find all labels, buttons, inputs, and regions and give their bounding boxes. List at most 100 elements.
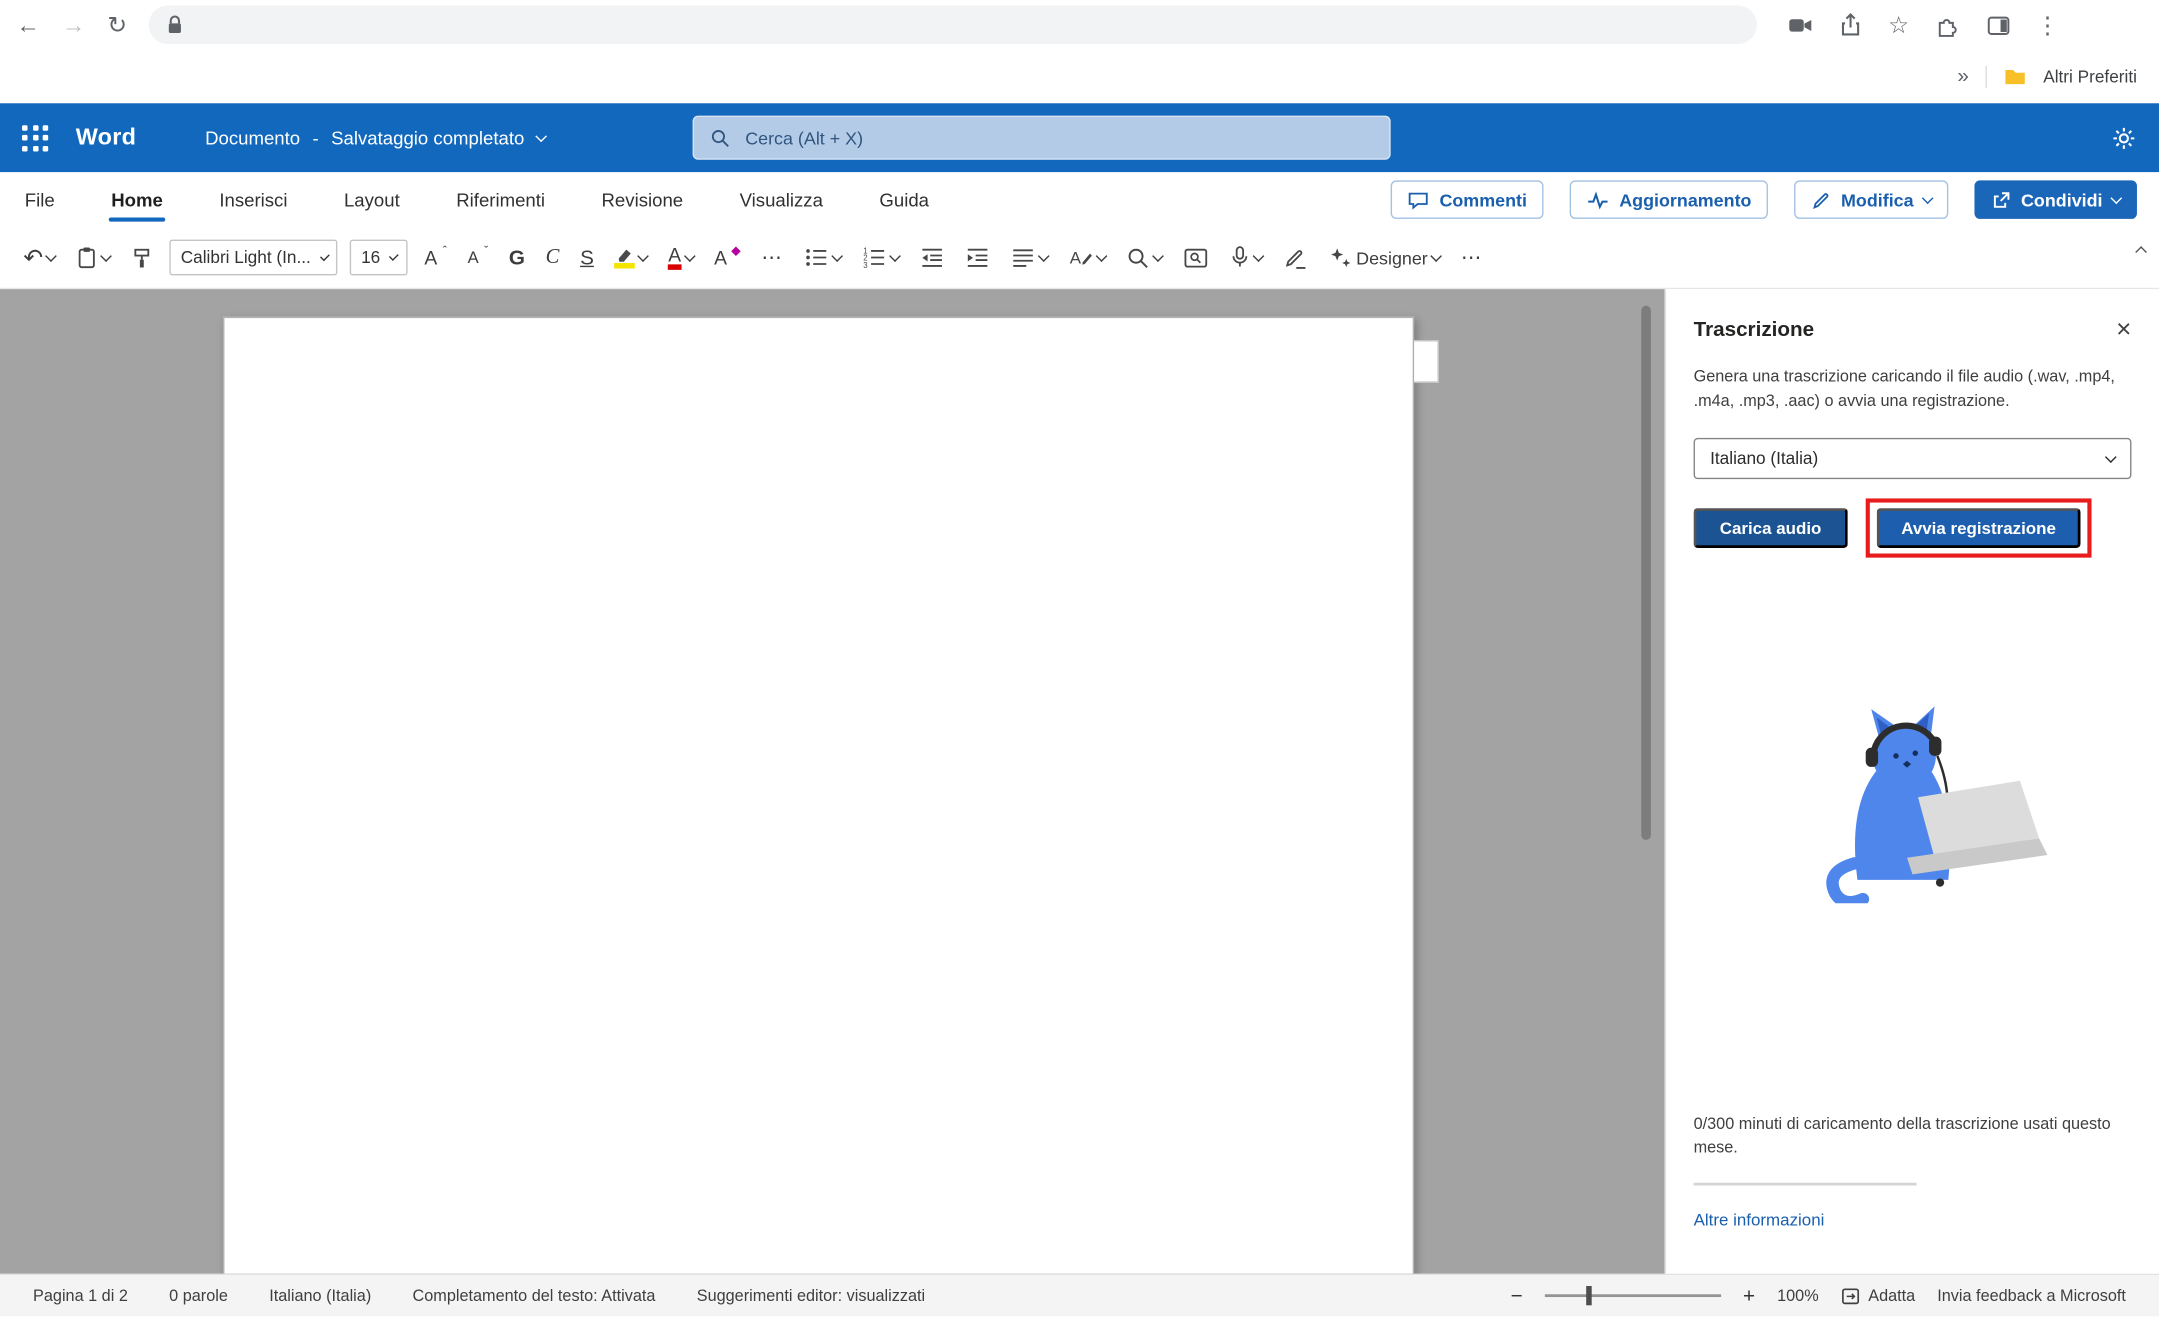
outdent-icon <box>920 245 945 270</box>
edit-pen-icon <box>1811 189 1832 210</box>
more-info-link[interactable]: Altre informazioni <box>1694 1210 1825 1229</box>
designer-button[interactable]: Designer <box>1324 242 1444 274</box>
bookmarks-folder-label[interactable]: Altri Preferiti <box>2043 67 2137 86</box>
document-info[interactable]: Documento - Salvataggio completato <box>205 127 545 148</box>
dictate-button[interactable] <box>1225 241 1266 274</box>
increase-indent-button[interactable] <box>961 241 994 274</box>
editing-mode-button[interactable]: Modifica <box>1794 180 1948 219</box>
address-bar[interactable] <box>149 6 1757 45</box>
find-button[interactable] <box>1122 242 1166 274</box>
collapsed-comment-stub[interactable] <box>1414 340 1439 383</box>
word-count[interactable]: 0 parole <box>169 1286 228 1305</box>
zoom-slider[interactable] <box>1545 1294 1721 1297</box>
clear-formatting-button[interactable]: A ◆ <box>710 244 745 272</box>
refresh-icon[interactable]: ↻ <box>107 13 127 36</box>
share-button[interactable]: Condividi <box>1974 180 2137 219</box>
page-indicator[interactable]: Pagina 1 di 2 <box>33 1286 128 1305</box>
comments-button[interactable]: Commenti <box>1391 180 1543 219</box>
chevron-down-icon <box>1430 250 1442 262</box>
format-painter-button[interactable] <box>127 242 157 274</box>
svg-text:A: A <box>1070 248 1082 267</box>
bullet-list-icon <box>804 245 829 270</box>
feedback-link[interactable]: Invia feedback a Microsoft <box>1937 1286 2126 1305</box>
immersive-reader-button[interactable] <box>1179 242 1213 274</box>
video-call-icon[interactable] <box>1788 12 1814 38</box>
chevron-down-icon <box>45 250 57 262</box>
tab-inserisci[interactable]: Inserisci <box>217 174 291 225</box>
bookmarks-overflow-chevron[interactable]: » <box>1957 65 1968 88</box>
tab-visualizza[interactable]: Visualizza <box>737 174 826 225</box>
save-status-chevron-icon[interactable] <box>535 130 547 142</box>
numbered-list-button[interactable]: 123 <box>858 241 903 274</box>
comment-icon <box>1408 189 1430 210</box>
zoom-level[interactable]: 100% <box>1777 1286 1819 1305</box>
zoom-out-button[interactable]: − <box>1511 1284 1523 1307</box>
zoom-in-button[interactable]: + <box>1743 1284 1755 1307</box>
underline-button[interactable]: S <box>576 242 598 274</box>
language-select[interactable]: Italiano (Italia) <box>1694 438 2132 479</box>
catch-up-button[interactable]: Aggiornamento <box>1570 180 1768 219</box>
font-name-select[interactable]: Calibri Light (In... <box>170 240 338 276</box>
search-box[interactable] <box>693 116 1391 160</box>
undo-icon: ↶ <box>23 246 43 269</box>
highlight-button[interactable] <box>610 242 651 272</box>
close-icon[interactable]: × <box>2116 317 2131 343</box>
tab-file[interactable]: File <box>22 174 57 225</box>
bullet-list-button[interactable] <box>800 241 845 274</box>
language-indicator[interactable]: Italiano (Italia) <box>269 1286 371 1305</box>
app-name[interactable]: Word <box>76 124 136 152</box>
start-recording-button[interactable]: Avvia registrazione <box>1876 509 2080 549</box>
extensions-icon[interactable] <box>1934 12 1960 38</box>
save-status[interactable]: Salvataggio completato <box>331 127 524 148</box>
upload-audio-button[interactable]: Carica audio <box>1694 509 1848 549</box>
font-overflow-button[interactable]: ⋯ <box>757 241 787 274</box>
search-input[interactable] <box>745 127 1373 148</box>
indent-icon <box>965 245 990 270</box>
font-size-select[interactable]: 16 <box>350 240 408 276</box>
tab-home[interactable]: Home <box>108 174 165 225</box>
bold-button[interactable]: G <box>505 242 529 274</box>
grow-font-button[interactable]: Aˆ <box>420 244 451 272</box>
browser-menu-icon[interactable]: ⋮ <box>2036 13 2059 36</box>
chevron-up-icon <box>2135 246 2147 258</box>
tab-revisione[interactable]: Revisione <box>599 174 686 225</box>
alignment-button[interactable] <box>1006 241 1051 274</box>
tab-guida[interactable]: Guida <box>877 174 932 225</box>
tab-riferimenti[interactable]: Riferimenti <box>453 174 547 225</box>
app-launcher-icon[interactable] <box>22 125 48 151</box>
editor-button[interactable] <box>1279 242 1312 274</box>
font-color-button[interactable]: A <box>664 241 698 274</box>
chevron-down-icon <box>1152 250 1164 262</box>
settings-gear-icon[interactable] <box>2111 125 2137 151</box>
workspace: Trascrizione × Genera una trascrizione c… <box>0 289 2159 1273</box>
record-button-highlight: Avvia registrazione <box>1865 499 2091 558</box>
panel-title: Trascrizione <box>1694 318 1815 341</box>
document-page[interactable] <box>223 317 1414 1274</box>
back-icon[interactable]: ← <box>17 13 40 36</box>
chevron-down-icon <box>389 251 399 261</box>
transcription-panel: Trascrizione × Genera una trascrizione c… <box>1665 289 2159 1273</box>
share-page-icon[interactable] <box>1839 12 1864 37</box>
usage-progress-bar <box>1694 1183 1917 1186</box>
styles-icon: A <box>1068 246 1093 269</box>
zoom-slider-thumb[interactable] <box>1586 1286 1592 1305</box>
word-app-header: Word Documento - Salvataggio completato <box>0 103 2159 172</box>
toolbar-overflow-button[interactable]: ⋯ <box>1457 241 1487 274</box>
italic-button[interactable]: C <box>542 242 564 274</box>
paste-button[interactable] <box>72 241 115 274</box>
side-panel-icon[interactable] <box>1985 12 2011 38</box>
panel-description: Genera una trascrizione caricando il fil… <box>1694 365 2115 414</box>
editor-suggestions-status[interactable]: Suggerimenti editor: visualizzati <box>697 1286 925 1305</box>
styles-button[interactable]: A <box>1064 242 1109 274</box>
document-title[interactable]: Documento <box>205 127 300 148</box>
fit-icon <box>1841 1287 1860 1305</box>
collapse-ribbon-button[interactable] <box>2137 238 2145 263</box>
shrink-font-button[interactable]: Aˇ <box>463 245 492 270</box>
document-scrollbar[interactable] <box>1641 306 1651 840</box>
bookmark-star-icon[interactable]: ☆ <box>1888 13 1909 36</box>
fit-to-page-button[interactable]: Adatta <box>1841 1286 1916 1305</box>
text-completion-status[interactable]: Completamento del testo: Attivata <box>413 1286 656 1305</box>
decrease-indent-button[interactable] <box>916 241 949 274</box>
undo-button[interactable]: ↶ <box>19 242 59 274</box>
tab-layout[interactable]: Layout <box>341 174 402 225</box>
